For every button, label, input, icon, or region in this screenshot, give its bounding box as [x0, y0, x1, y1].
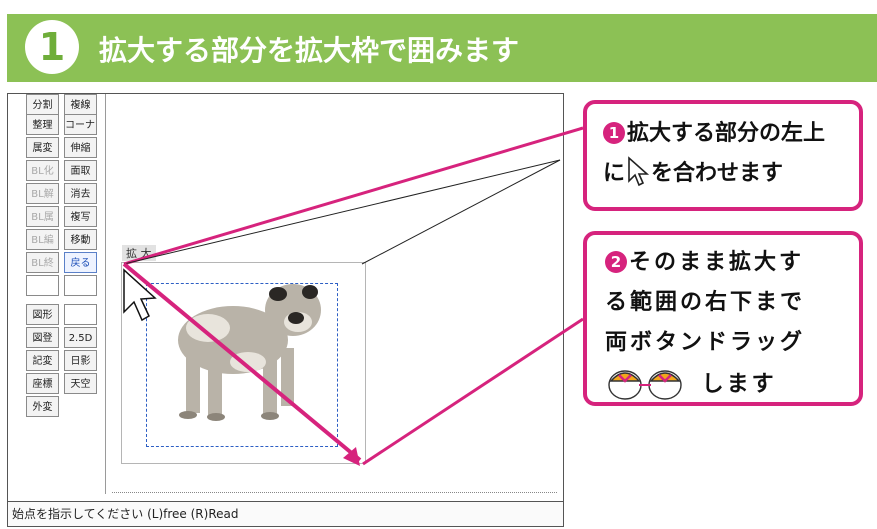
callout-1-text-a: に: [603, 161, 626, 186]
callout-2-text4: します: [701, 372, 777, 397]
cursor-icon: [628, 156, 650, 187]
perspective-line-top: [123, 159, 561, 265]
drag-arrow: [122, 262, 362, 462]
callout-1-badge: 1: [603, 122, 625, 144]
callout-1: 1 拡大する部分の左上 にを合わせます: [583, 100, 863, 211]
callout-2-line4: します: [605, 363, 849, 405]
callout-1-text-b: を合わせます: [651, 161, 784, 186]
perspective-line-right: [361, 159, 561, 265]
callout-2-line2: る範囲の右下まで: [605, 290, 806, 315]
callout-2-badge: 2: [605, 251, 627, 273]
callout-2-text1: そのまま拡大す: [629, 250, 805, 275]
callout-1-pointer: [123, 126, 584, 266]
callout-2-line3: 両ボタンドラッグ: [605, 330, 806, 355]
callout-2-pointer: [362, 317, 584, 466]
callout-1-text: 拡大する部分の左上: [627, 121, 826, 146]
callout-1-line1: 1 拡大する部分の左上: [603, 114, 849, 154]
callout-2-line1: 2 そのまま拡大す: [605, 243, 849, 283]
callout-1-line2: にを合わせます: [603, 154, 849, 194]
callout-2: 2 そのまま拡大す る範囲の右下まで 両ボタンドラッグ します: [583, 231, 863, 406]
mouse-both-buttons-icon: [608, 370, 682, 400]
